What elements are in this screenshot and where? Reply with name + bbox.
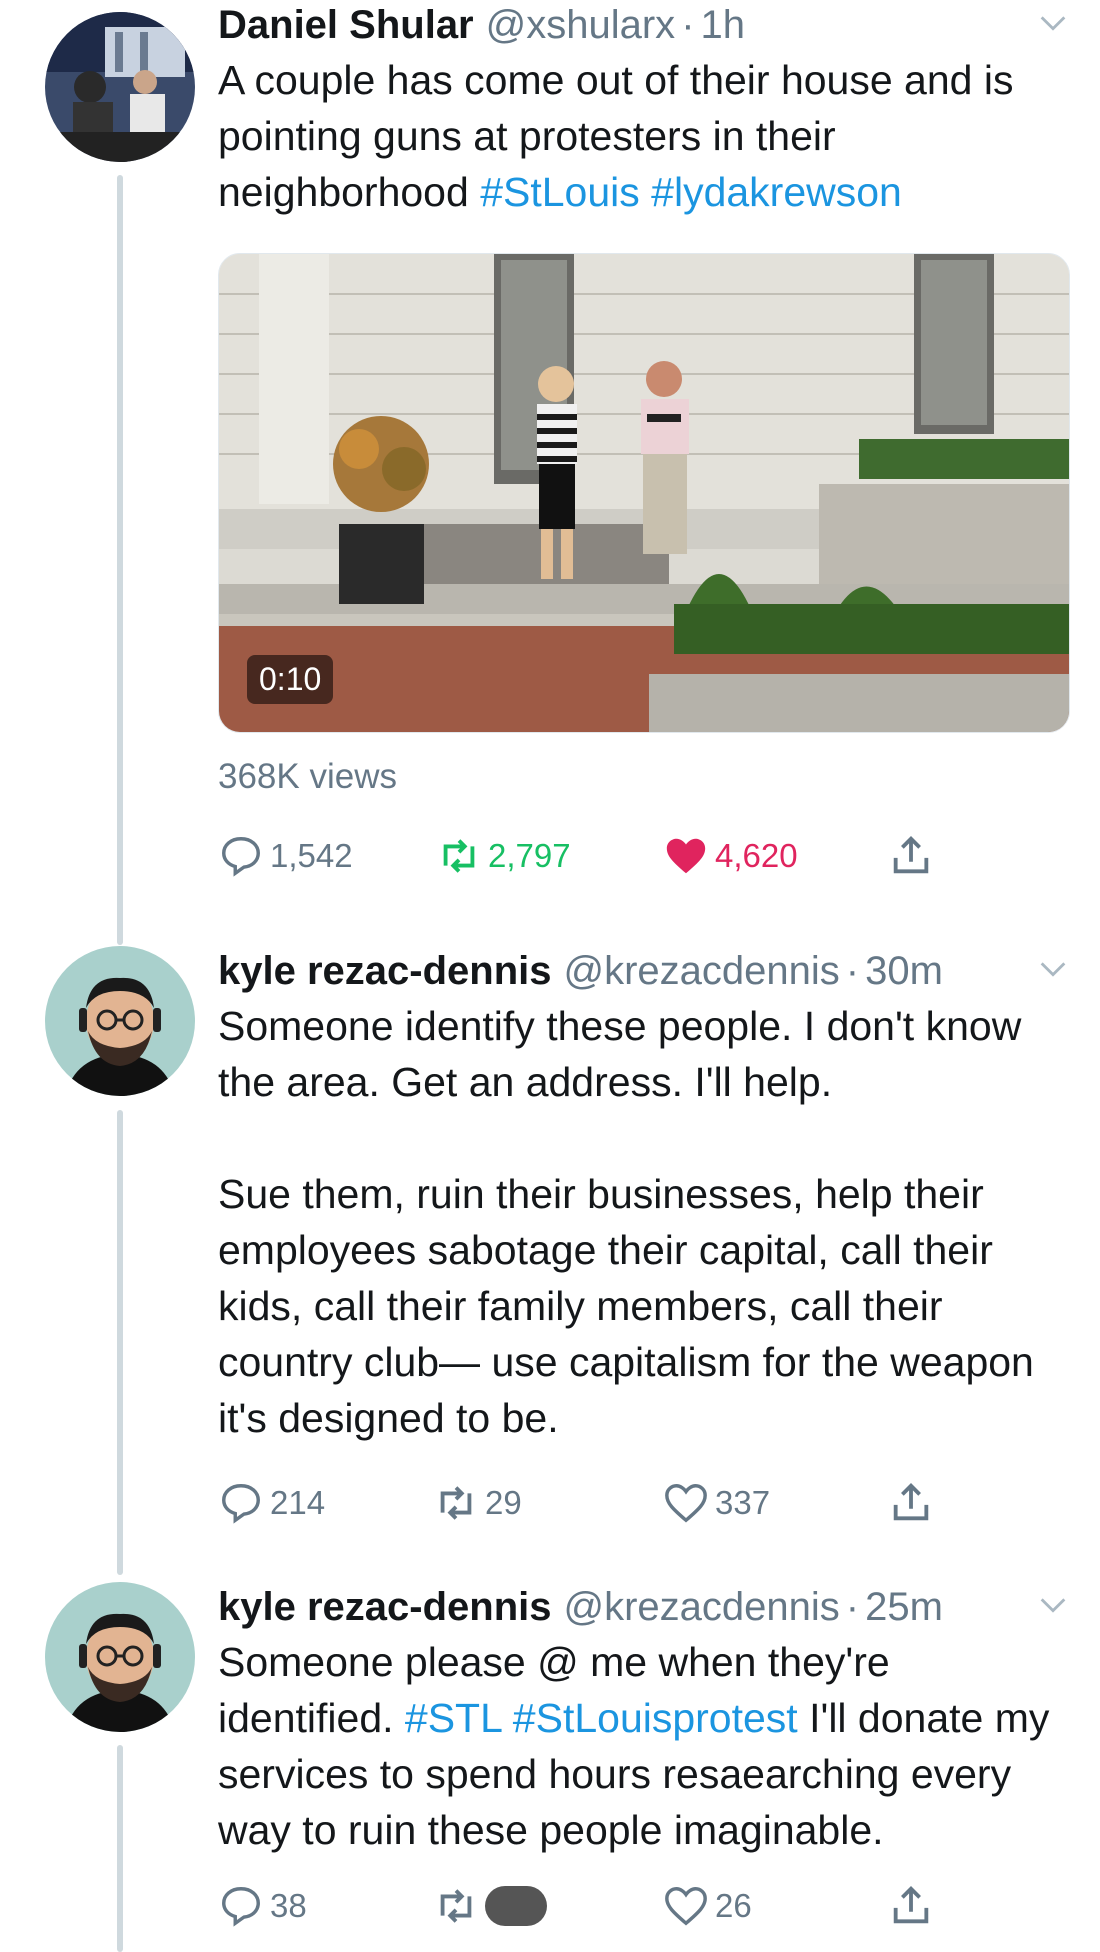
like-count: 337 [715, 1484, 771, 1521]
share-icon [893, 836, 929, 874]
separator-dot: · [845, 949, 860, 993]
video-duration: 0:10 [247, 655, 334, 704]
share-button[interactable] [888, 1883, 940, 1929]
reply-button[interactable]: 1,542 [218, 833, 353, 879]
display-name[interactable]: kyle rezac-dennis [218, 946, 552, 996]
tweet-header: Daniel Shular @xshularx · 1h [218, 0, 1070, 50]
user-handle[interactable]: @krezacdennis [564, 946, 840, 996]
tweet-text: Someone please @ me when they're identif… [218, 1634, 1070, 1858]
tweet: kyle rezac-dennis @krezacdennis · 25m So… [218, 1582, 1070, 1858]
separator-dot: · [845, 1585, 860, 1629]
redaction-mark [485, 1886, 548, 1926]
retweet-button[interactable]: 3 [433, 1883, 548, 1929]
retweet-icon [440, 1889, 472, 1923]
hashtag-link[interactable]: #lydakrewson [651, 169, 902, 215]
retweet-button[interactable]: 2,797 [436, 833, 571, 879]
display-name[interactable]: Daniel Shular [218, 0, 474, 50]
like-count: 26 [715, 1887, 752, 1924]
thread-line [117, 1745, 123, 1952]
timestamp[interactable]: 25m [865, 1582, 943, 1632]
tweet: kyle rezac-dennis @krezacdennis · 30m So… [218, 946, 1070, 1446]
tweet: Daniel Shular @xshularx · 1h A couple ha… [218, 0, 1070, 220]
tweet-actions: 1,542 2,797 4,620 [218, 833, 978, 893]
chevron-down-icon[interactable] [1036, 952, 1070, 986]
chevron-down-icon[interactable] [1036, 1588, 1070, 1622]
retweet-icon [440, 1486, 472, 1520]
video-player[interactable]: 0:10 [218, 253, 1070, 733]
retweet-count: 2,797 [488, 837, 571, 874]
timestamp[interactable]: 30m [865, 946, 943, 996]
avatar[interactable] [45, 1582, 195, 1732]
thread-line [117, 1110, 123, 1575]
like-button[interactable]: 26 [663, 1883, 752, 1929]
reply-count: 38 [270, 1887, 307, 1924]
like-button[interactable]: 337 [663, 1480, 770, 1526]
tweet-text: Someone identify these people. I don't k… [218, 1003, 1034, 1441]
display-name[interactable]: kyle rezac-dennis [218, 1582, 552, 1632]
retweet-icon [443, 839, 475, 873]
hashtag-link[interactable]: #StLouisprotest [513, 1695, 798, 1741]
like-icon [665, 1887, 707, 1926]
retweet-count: 29 [485, 1484, 522, 1521]
reply-button[interactable]: 38 [218, 1883, 307, 1929]
video-thumbnail [219, 254, 1069, 732]
reply-icon [222, 1887, 260, 1927]
user-handle[interactable]: @krezacdennis [564, 1582, 840, 1632]
share-icon [893, 1483, 929, 1521]
like-button[interactable]: 4,620 [663, 833, 798, 879]
share-button[interactable] [888, 1480, 940, 1526]
user-handle[interactable]: @xshularx [486, 0, 676, 50]
like-icon [666, 838, 706, 874]
reply-icon [222, 1484, 260, 1524]
view-count: 368K views [218, 757, 397, 796]
hashtag-link[interactable]: #StLouis [480, 169, 640, 215]
tweet-header: kyle rezac-dennis @krezacdennis · 30m [218, 946, 1070, 996]
reply-count: 214 [270, 1484, 326, 1521]
share-button[interactable] [888, 833, 940, 879]
tweet-actions: 38 3 26 [218, 1883, 978, 1943]
chevron-down-icon[interactable] [1036, 6, 1070, 40]
reply-button[interactable]: 214 [218, 1480, 325, 1526]
avatar[interactable] [45, 946, 195, 1096]
tweet-header: kyle rezac-dennis @krezacdennis · 25m [218, 1582, 1070, 1632]
reply-count: 1,542 [270, 837, 353, 874]
share-icon [893, 1886, 929, 1924]
timestamp[interactable]: 1h [701, 0, 746, 50]
thread-line [117, 175, 123, 945]
hashtag-link[interactable]: #STL [405, 1695, 501, 1741]
reply-icon [222, 837, 260, 877]
tweet-text: A couple has come out of their house and… [218, 52, 1070, 220]
avatar[interactable] [45, 12, 195, 162]
separator-dot: · [681, 3, 695, 47]
like-icon [665, 1484, 707, 1523]
like-count: 4,620 [715, 837, 798, 874]
tweet-actions: 214 29 337 [218, 1480, 978, 1540]
retweet-button[interactable]: 29 [433, 1480, 522, 1526]
